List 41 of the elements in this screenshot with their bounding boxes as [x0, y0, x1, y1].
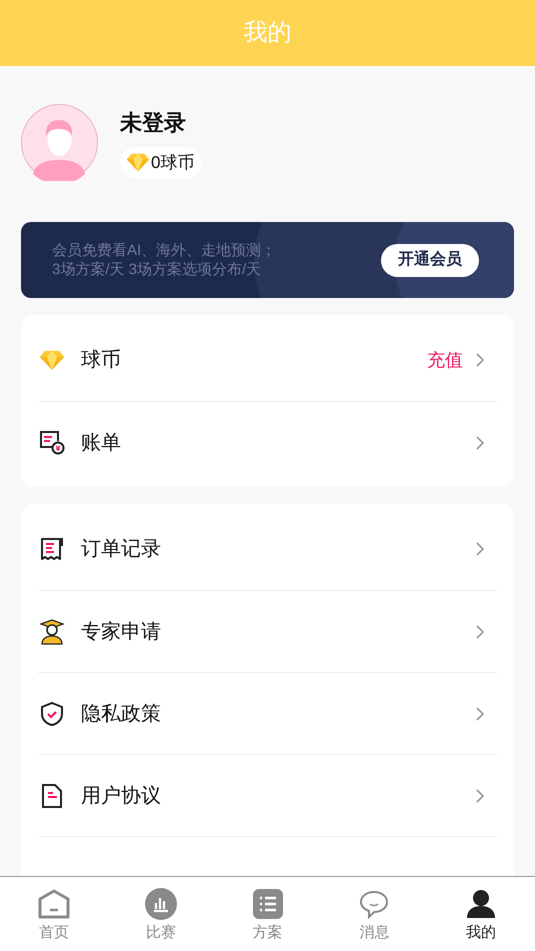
- bar-chart-icon: [144, 888, 177, 920]
- menu-item-label: 隐私政策: [81, 702, 162, 726]
- menu-item-label: 用户协议: [81, 784, 162, 808]
- shield-icon: [39, 700, 65, 726]
- menu-item[interactable]: 订单记录: [38, 508, 497, 590]
- chevron-right-icon: [475, 541, 485, 557]
- chat-bubble-icon: [359, 888, 390, 918]
- home-icon: [38, 888, 70, 918]
- page-title: 我的: [244, 18, 292, 48]
- tab[interactable]: 首页: [14, 877, 94, 951]
- bill-icon: [39, 430, 65, 456]
- graduate-icon: [39, 618, 65, 644]
- tab[interactable]: 方案: [228, 877, 308, 951]
- coin-count: 0球币: [151, 152, 194, 174]
- open-membership-button[interactable]: 开通会员: [381, 244, 479, 276]
- menu-item-label: 球币: [81, 348, 122, 373]
- banner-text: 会员免费看AI、海外、走地预测； 3场方案/天 3场方案选项分布/天: [52, 241, 276, 279]
- diamond-icon: [126, 153, 150, 173]
- menu-item[interactable]: 专家申请: [38, 590, 497, 672]
- tab[interactable]: 消息: [334, 877, 414, 951]
- diamond-icon: [39, 350, 65, 370]
- chevron-right-icon: [475, 434, 485, 450]
- person-icon: [466, 888, 496, 918]
- menu-item-label: 订单记录: [81, 537, 162, 562]
- menu-item[interactable]: 隐私政策: [38, 672, 497, 754]
- chevron-right-icon: [475, 352, 485, 368]
- menu-item[interactable]: 用户协议: [38, 754, 497, 836]
- tab[interactable]: 比赛: [120, 877, 201, 951]
- menu-item-label: 专家申请: [81, 620, 162, 644]
- user-name: 未登录: [120, 109, 186, 137]
- tab[interactable]: 我的: [441, 877, 521, 951]
- recharge-link[interactable]: 充值: [427, 346, 463, 374]
- document-icon: [39, 782, 65, 808]
- list-icon: [252, 888, 282, 918]
- menu-item[interactable]: 球币 充值: [38, 319, 497, 401]
- chevron-right-icon: [475, 624, 485, 640]
- chevron-right-icon: [475, 706, 485, 722]
- chevron-right-icon: [475, 788, 485, 804]
- menu-item-label: 账单: [81, 430, 122, 456]
- receipt-icon: [39, 536, 65, 562]
- menu-item[interactable]: 账单: [38, 401, 497, 483]
